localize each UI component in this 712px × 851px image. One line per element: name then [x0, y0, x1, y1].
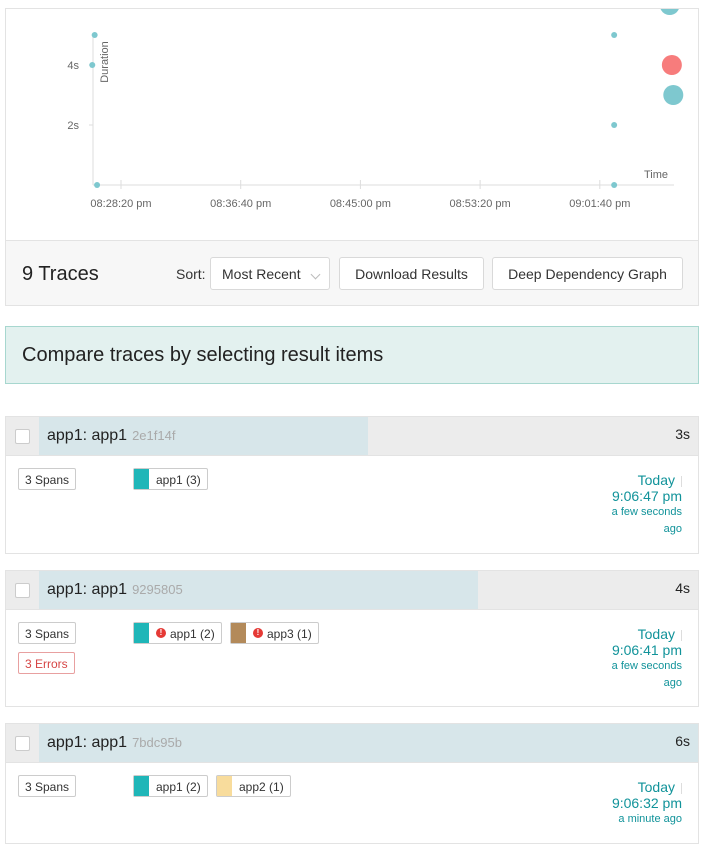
error-icon: ! [156, 628, 166, 638]
trace-title-text: app1: app1 [47, 427, 128, 444]
y-tick-label: 4s [67, 60, 79, 72]
scatter-point [611, 32, 618, 38]
service-tag: app1 (2) [133, 775, 208, 797]
trace-timestamp: Today 9:06:32 pm a minute ago [582, 779, 682, 828]
trace-relative-time: a few seconds ago [611, 506, 682, 535]
timestamp-divider [681, 782, 682, 794]
service-color-swatch [217, 776, 232, 796]
trace-header[interactable]: app1: app1 9295805 4s [6, 571, 698, 610]
service-tag-label: app3 (1) [267, 627, 312, 641]
service-color-swatch [134, 776, 149, 796]
trace-select-checkbox[interactable] [15, 583, 30, 598]
sort-label: Sort: [176, 266, 206, 282]
service-color-swatch [231, 623, 246, 643]
deep-dependency-graph-button[interactable]: Deep Dependency Graph [492, 257, 683, 290]
y-axis-label: Duration [99, 41, 111, 83]
scatter-point [611, 122, 618, 128]
error-count-tag: 3 Errors [18, 652, 75, 674]
y-tick-label: 6s [67, 9, 79, 12]
trace-duration: 6s [675, 733, 690, 749]
trace-time: 9:06:41 pm [611, 642, 682, 658]
trace-body: 3 Spans 3 Errors ! app1 (2) ! app3 (1) T… [6, 610, 698, 706]
y-tick-label: 2s [67, 120, 79, 132]
scatter-point [89, 62, 96, 68]
service-tag-label: app1 (2) [170, 627, 215, 641]
download-results-button[interactable]: Download Results [339, 257, 484, 290]
trace-result-item[interactable]: app1: app1 7bdc95b 6s 3 Spans app1 (2) ap… [5, 723, 699, 844]
trace-day: Today [637, 626, 675, 642]
service-tag-label: app1 (3) [156, 473, 201, 487]
trace-id: 2e1f14f [132, 428, 176, 443]
span-count-tag: 3 Spans [18, 468, 77, 490]
scatter-svg: 6s 4s 2s 08:28:20 pm 08:36:40 pm 08:45:00 pm 0… [67, 9, 684, 210]
trace-body: 3 Spans app1 (2) app2 (1) Today 9:06:32 … [6, 763, 698, 843]
service-color-swatch [134, 623, 149, 643]
timestamp-divider [681, 475, 682, 487]
trace-title[interactable]: app1: app1 7bdc95b [47, 734, 182, 752]
service-color-swatch [134, 469, 149, 489]
span-count-tag: 3 Spans [18, 622, 77, 644]
trace-title[interactable]: app1: app1 9295805 [47, 581, 183, 599]
trace-duration: 3s [675, 426, 690, 442]
trace-day: Today [637, 779, 675, 795]
trace-timestamp: Today 9:06:47 pm a few seconds ago [582, 472, 682, 538]
trace-result-item[interactable]: app1: app1 2e1f14f 3s 3 Spans app1 (3) To… [5, 416, 699, 554]
trace-count: 9 Traces [22, 263, 99, 285]
x-tick-label: 08:53:20 pm [450, 198, 511, 210]
scatter-point [91, 32, 98, 38]
trace-scatter-plot: 6s 4s 2s 08:28:20 pm 08:36:40 pm 08:45:00 pm 0… [5, 8, 699, 240]
trace-relative-time: a minute ago [618, 813, 682, 825]
timestamp-divider [681, 629, 682, 641]
x-tick-label: 08:28:20 pm [90, 198, 151, 210]
service-tag: ! app1 (2) [133, 622, 222, 644]
trace-relative-time: a few seconds ago [611, 660, 682, 689]
trace-title-text: app1: app1 [47, 734, 128, 751]
trace-duration: 4s [675, 580, 690, 596]
trace-title-text: app1: app1 [47, 581, 128, 598]
service-tag-label: app2 (1) [239, 780, 284, 794]
scatter-point [663, 85, 684, 105]
trace-timestamp: Today 9:06:41 pm a few seconds ago [582, 626, 682, 692]
chevron-down-icon [310, 269, 321, 280]
compare-traces-banner: Compare traces by selecting result items [5, 326, 699, 384]
results-summary-bar: 9 Traces Sort: Most Recent Download Resu… [5, 240, 699, 306]
trace-select-checkbox[interactable] [15, 736, 30, 751]
scatter-point [660, 9, 679, 15]
span-count-tag: 3 Spans [18, 775, 77, 797]
trace-time: 9:06:32 pm [611, 795, 682, 811]
scatter-point [94, 182, 101, 188]
trace-title[interactable]: app1: app1 2e1f14f [47, 427, 175, 445]
x-tick-label: 08:36:40 pm [210, 198, 271, 210]
scatter-point [661, 55, 682, 75]
x-axis-label: Time [644, 169, 668, 181]
x-tick-label: 09:01:40 pm [569, 198, 630, 210]
scatter-point [611, 182, 618, 188]
trace-day: Today [637, 472, 675, 488]
service-tag-label: app1 (2) [156, 780, 201, 794]
trace-select-checkbox[interactable] [15, 429, 30, 444]
trace-id: 7bdc95b [132, 735, 182, 750]
trace-time: 9:06:47 pm [611, 488, 682, 504]
sort-select[interactable]: Most Recent [210, 257, 330, 290]
trace-header[interactable]: app1: app1 2e1f14f 3s [6, 417, 698, 456]
error-icon: ! [253, 628, 263, 638]
x-tick-label: 08:45:00 pm [330, 198, 391, 210]
trace-id: 9295805 [132, 582, 183, 597]
service-tag: app2 (1) [216, 775, 291, 797]
service-tag: app1 (3) [133, 468, 208, 490]
sort-select-value: Most Recent [222, 266, 301, 282]
trace-header[interactable]: app1: app1 7bdc95b 6s [6, 724, 698, 763]
service-tag: ! app3 (1) [230, 622, 319, 644]
trace-body: 3 Spans app1 (3) Today 9:06:47 pm a few … [6, 456, 698, 553]
trace-result-item[interactable]: app1: app1 9295805 4s 3 Spans 3 Errors ! … [5, 570, 699, 707]
